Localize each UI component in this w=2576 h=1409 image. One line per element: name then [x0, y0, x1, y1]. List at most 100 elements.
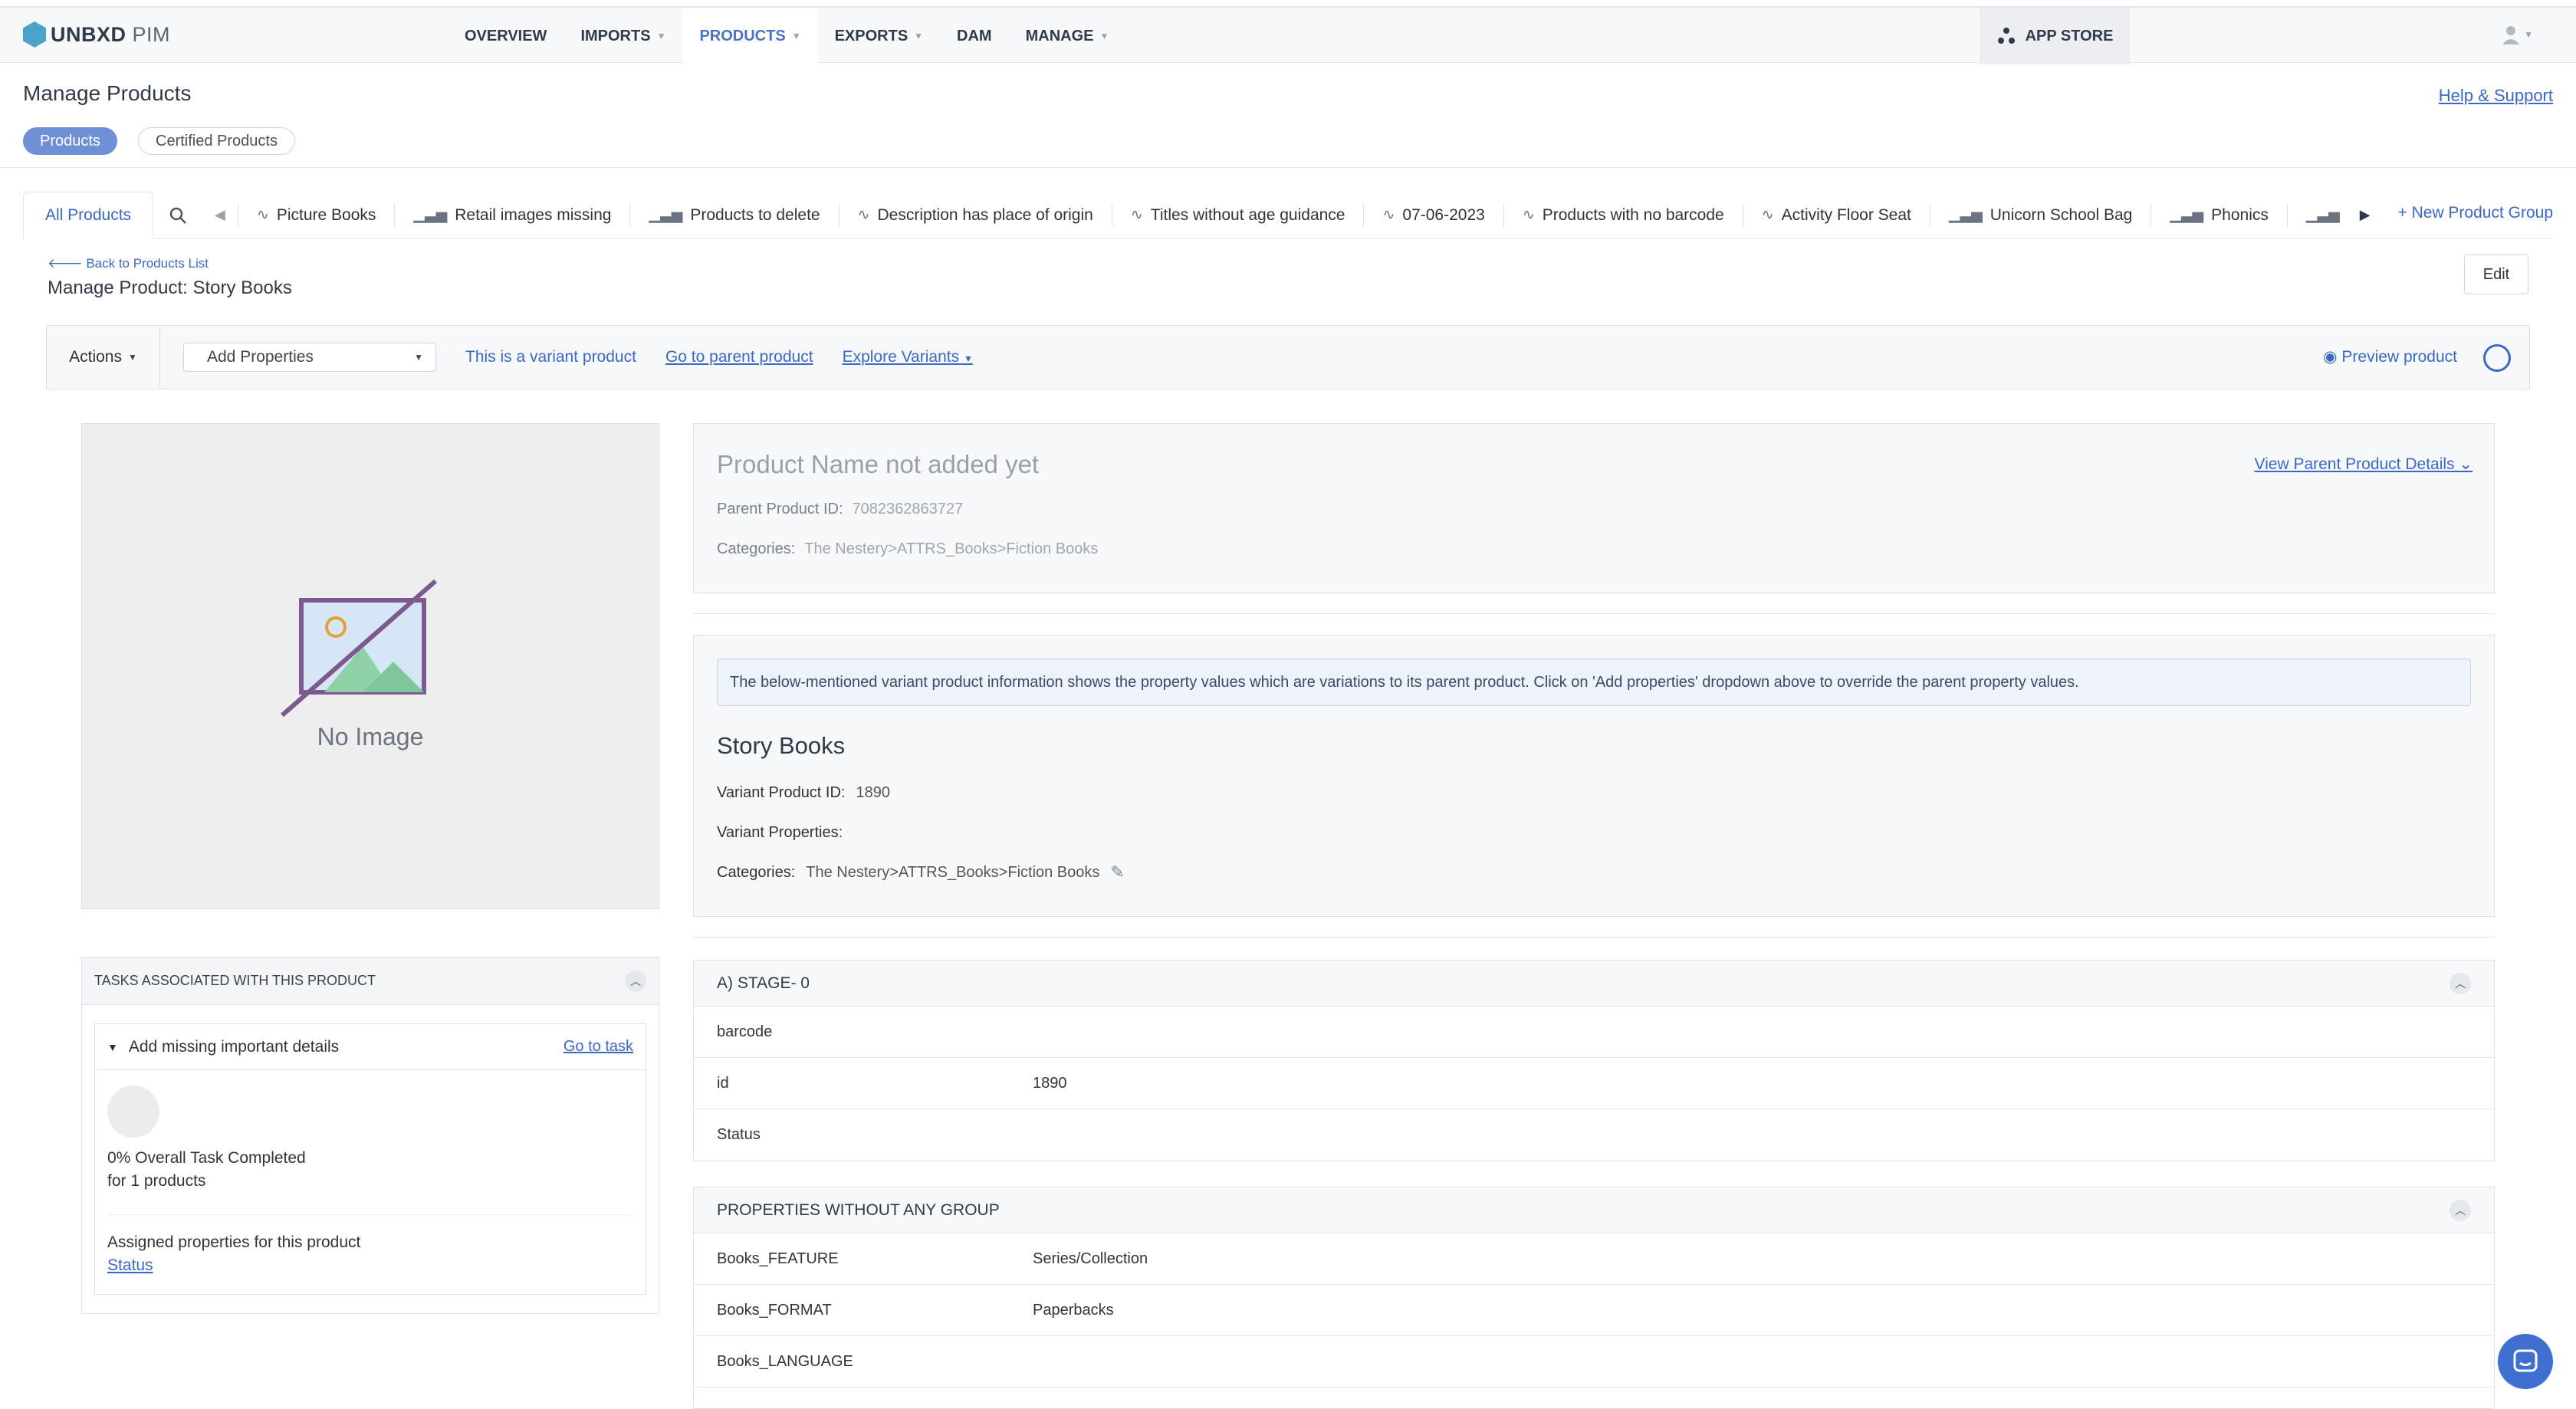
logo-hex-icon	[23, 21, 46, 48]
history-icon[interactable]	[2483, 344, 2511, 372]
parent-product-panel: Product Name not added yet View Parent P…	[693, 423, 2495, 593]
app-store-button[interactable]: APP STORE	[1980, 8, 2130, 64]
nav-dam[interactable]: DAM	[940, 8, 1009, 64]
pulse-icon: ∿	[1522, 207, 1535, 223]
status-link[interactable]: Status	[107, 1256, 153, 1274]
property-row: Books_FORMAT Paperbacks	[694, 1285, 2494, 1336]
group-tab[interactable]: ∿ Picture Books	[237, 203, 394, 227]
caret-down-icon: ▼	[791, 31, 801, 41]
group-tab[interactable]: ▁▃▅ Phonics	[2150, 203, 2287, 227]
preview-product-link[interactable]: ◉ Preview product	[2323, 347, 2457, 366]
no-image-icon	[281, 579, 437, 718]
explore-variants-dropdown[interactable]: Explore Variants ▼	[843, 348, 973, 366]
eye-icon: ◉	[2323, 348, 2338, 366]
property-row: Books_LANGUAGE	[694, 1336, 2494, 1388]
chat-launcher[interactable]	[2498, 1334, 2553, 1389]
product-image-placeholder: No Image	[81, 423, 659, 909]
group-tab[interactable]: ∿ Description has place of origin	[838, 203, 1112, 227]
bar-chart-icon: ▁▃▅	[2170, 207, 2204, 223]
product-group-tabs: All Products ◀ ∿ Picture Books ▁▃▅ Retail …	[23, 191, 2553, 239]
variant-name: Story Books	[717, 732, 846, 759]
group-tab[interactable]: ▁▃▅	[2286, 203, 2349, 227]
stage-header: A) STAGE- 0 ︿	[694, 961, 2494, 1007]
progress-circle	[107, 1085, 159, 1138]
group-tab[interactable]: ∿ Products with no barcode	[1503, 203, 1743, 227]
group-tab[interactable]: ∿ 07-06-2023	[1363, 203, 1503, 227]
pulse-icon: ∿	[1761, 207, 1774, 223]
pulse-icon: ∿	[1130, 207, 1143, 223]
actions-dropdown[interactable]: Actions ▼	[47, 325, 160, 389]
back-to-products-link[interactable]: 🡐 Back to Products List	[48, 256, 209, 271]
caret-down-icon: ▼	[127, 352, 137, 363]
product-title: Manage Product: Story Books	[48, 278, 292, 298]
properties-without-group-section: PROPERTIES WITHOUT ANY GROUP ︿ Books_FEAT…	[693, 1187, 2495, 1409]
caret-down-icon: ▼	[414, 352, 423, 363]
task-card: ▼ Add missing important details Go to tas…	[94, 1023, 646, 1295]
bar-chart-icon: ▁▃▅	[649, 207, 683, 223]
caret-down-icon: ▼	[963, 353, 973, 364]
caret-down-icon: ▼	[656, 31, 666, 41]
edit-button[interactable]: Edit	[2464, 255, 2528, 294]
scroll-right-icon[interactable]: ▶	[2349, 192, 2381, 239]
property-row: Status	[717, 1126, 761, 1143]
top-navbar: UNBXD PIM OVERVIEW IMPORTS ▼ PRODUCTS ▼ EX…	[0, 6, 2576, 64]
bar-chart-icon: ▁▃▅	[2305, 207, 2340, 223]
go-to-parent-link[interactable]: Go to parent product	[665, 348, 813, 366]
help-support-link[interactable]: Help & Support	[2439, 86, 2553, 106]
chevron-down-icon: ⌄	[2459, 455, 2472, 473]
scroll-left-icon[interactable]: ◀	[202, 192, 238, 239]
no-group-header: PROPERTIES WITHOUT ANY GROUP ︿	[694, 1187, 2494, 1233]
group-tab[interactable]: ▁▃▅ Unicorn School Bag	[1929, 203, 2150, 227]
property-row: Books_FEATURE Series/Collection	[694, 1233, 2494, 1285]
chat-icon	[2513, 1349, 2538, 1372]
group-tab[interactable]: ∿ Activity Floor Seat	[1742, 203, 1930, 227]
variant-product-note: This is a variant product	[465, 348, 636, 366]
user-icon	[2502, 26, 2520, 44]
collapse-icon[interactable]: ︿	[2450, 972, 2471, 994]
page-title: Manage Products	[23, 81, 192, 105]
search-icon[interactable]	[153, 192, 202, 239]
pulse-icon: ∿	[857, 207, 870, 223]
nav-imports[interactable]: IMPORTS ▼	[564, 8, 682, 64]
logo[interactable]: UNBXD PIM	[23, 21, 170, 48]
tasks-panel: TASKS ASSOCIATED WITH THIS PRODUCT ︿ ▼ Ad…	[81, 957, 659, 1314]
pulse-icon: ∿	[256, 207, 269, 223]
tab-products[interactable]: Products	[23, 127, 117, 155]
tab-certified-products[interactable]: Certified Products	[138, 127, 295, 155]
group-tab[interactable]: ∿ Titles without age guidance	[1111, 203, 1364, 227]
caret-down-icon: ▼	[2524, 29, 2533, 40]
caret-down-icon: ▼	[914, 31, 924, 41]
variant-notice: The below-mentioned variant product info…	[717, 659, 2471, 706]
add-properties-select[interactable]: Add Properties ▼	[183, 343, 436, 372]
group-tab[interactable]: ▁▃▅ Retail images missing	[394, 203, 629, 227]
divider	[0, 167, 2576, 168]
view-parent-details-link[interactable]: View Parent Product Details ⌄	[2254, 455, 2472, 474]
bar-chart-icon: ▁▃▅	[413, 207, 448, 223]
action-bar: Actions ▼ Add Properties ▼ This is a varia…	[46, 325, 2530, 389]
arrow-left-icon: 🡐	[48, 256, 87, 271]
nav-exports[interactable]: EXPORTS ▼	[818, 8, 940, 64]
nav-overview[interactable]: OVERVIEW	[448, 8, 564, 64]
main-nav: OVERVIEW IMPORTS ▼ PRODUCTS ▼ EXPORTS ▼ DAM…	[448, 8, 1125, 64]
tab-all-products[interactable]: All Products	[23, 191, 154, 239]
collapse-icon[interactable]: ︿	[2450, 1199, 2471, 1221]
tasks-header: TASKS ASSOCIATED WITH THIS PRODUCT ︿	[82, 957, 659, 1005]
pulse-icon: ∿	[1382, 207, 1395, 223]
no-image-label: No Image	[317, 723, 424, 750]
user-menu[interactable]: ▼	[2501, 25, 2533, 44]
new-product-group-link[interactable]: + New Product Group	[2397, 204, 2553, 222]
product-name-placeholder: Product Name not added yet	[717, 450, 1040, 478]
property-row: barcode	[694, 1007, 2494, 1058]
nav-manage[interactable]: MANAGE ▼	[1009, 8, 1126, 64]
app-store-icon	[1997, 28, 2015, 44]
caret-down-icon: ▼	[1099, 31, 1109, 41]
collapse-icon[interactable]: ︿	[625, 970, 646, 992]
nav-products[interactable]: PRODUCTS ▼	[682, 8, 818, 64]
property-row: id 1890	[694, 1058, 2494, 1109]
bar-chart-icon: ▁▃▅	[1948, 207, 1983, 223]
variant-product-panel: The below-mentioned variant product info…	[693, 635, 2495, 917]
edit-icon[interactable]: ✎	[1110, 862, 1124, 882]
group-tab[interactable]: ▁▃▅ Products to delete	[629, 203, 838, 227]
caret-down-icon[interactable]: ▼	[107, 1041, 118, 1053]
go-to-task-link[interactable]: Go to task	[564, 1038, 633, 1056]
